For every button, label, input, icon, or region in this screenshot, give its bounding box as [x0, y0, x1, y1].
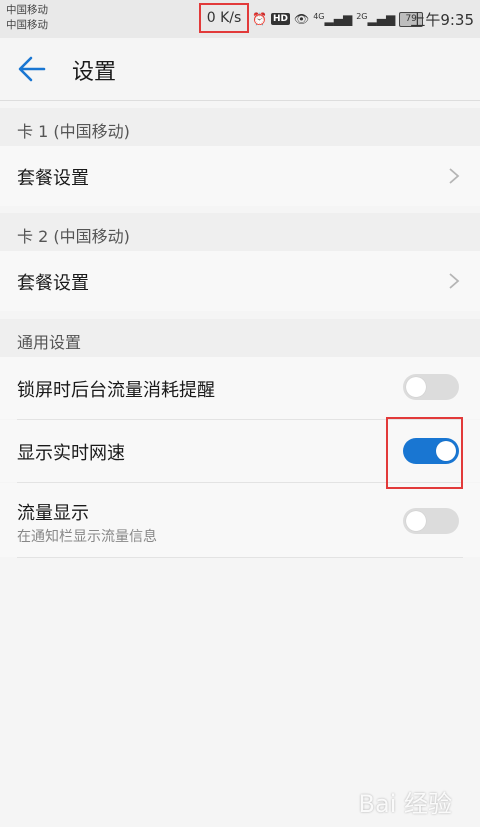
section-header-card1: 卡 1 (中国移动)	[0, 108, 480, 146]
row-card1-plan-settings[interactable]: 套餐设置	[0, 146, 480, 206]
net-speed-indicator: 0 K/s	[199, 3, 249, 33]
row-card2-plan-settings[interactable]: 套餐设置	[0, 251, 480, 311]
row-sublabel: 在通知栏显示流量信息	[17, 529, 157, 545]
signal-2-icon: 2G▂▄▆	[356, 12, 396, 26]
row-label: 锁屏时后台流量消耗提醒	[17, 380, 215, 401]
signal-1-icon: 4G▂▄▆	[313, 12, 353, 26]
clock: 上午9:35	[410, 11, 474, 29]
row-label: 流量显示	[17, 503, 89, 524]
carrier-labels: 中国移动 中国移动	[6, 3, 48, 33]
back-arrow-icon[interactable]	[18, 56, 46, 82]
carrier-2: 中国移动	[6, 19, 48, 31]
carrier-1: 中国移动	[6, 4, 48, 16]
page-title: 设置	[72, 60, 117, 85]
section-header-general: 通用设置	[0, 319, 480, 357]
lock-alert-toggle[interactable]	[403, 374, 459, 400]
status-bar: 中国移动 中国移动 0 K/s ⏰ HD 👁 4G▂▄▆ 2G▂▄▆ 79 上午…	[0, 0, 480, 39]
toggle-knob	[406, 377, 426, 397]
chevron-right-icon	[449, 273, 460, 289]
row-label: 显示实时网速	[17, 443, 125, 464]
app-bar: 设置	[0, 38, 480, 101]
row-label: 套餐设置	[17, 273, 89, 294]
highlight-box	[386, 417, 463, 489]
toggle-knob	[406, 511, 426, 531]
section-header-card2: 卡 2 (中国移动)	[0, 213, 480, 251]
row-traffic-display[interactable]: 流量显示 在通知栏显示流量信息	[0, 483, 480, 557]
watermark: Bai 经验	[358, 790, 452, 818]
status-icons: ⏰ HD 👁 4G▂▄▆ 2G▂▄▆ 79	[252, 8, 424, 30]
hd-icon: HD	[270, 13, 290, 25]
row-label: 套餐设置	[17, 168, 89, 189]
chevron-right-icon	[449, 168, 460, 184]
eye-comfort-icon: 👁	[293, 12, 310, 26]
traffic-display-toggle[interactable]	[403, 508, 459, 534]
alarm-icon: ⏰	[252, 12, 267, 26]
divider	[17, 557, 463, 558]
row-lock-screen-alert[interactable]: 锁屏时后台流量消耗提醒	[0, 357, 480, 419]
